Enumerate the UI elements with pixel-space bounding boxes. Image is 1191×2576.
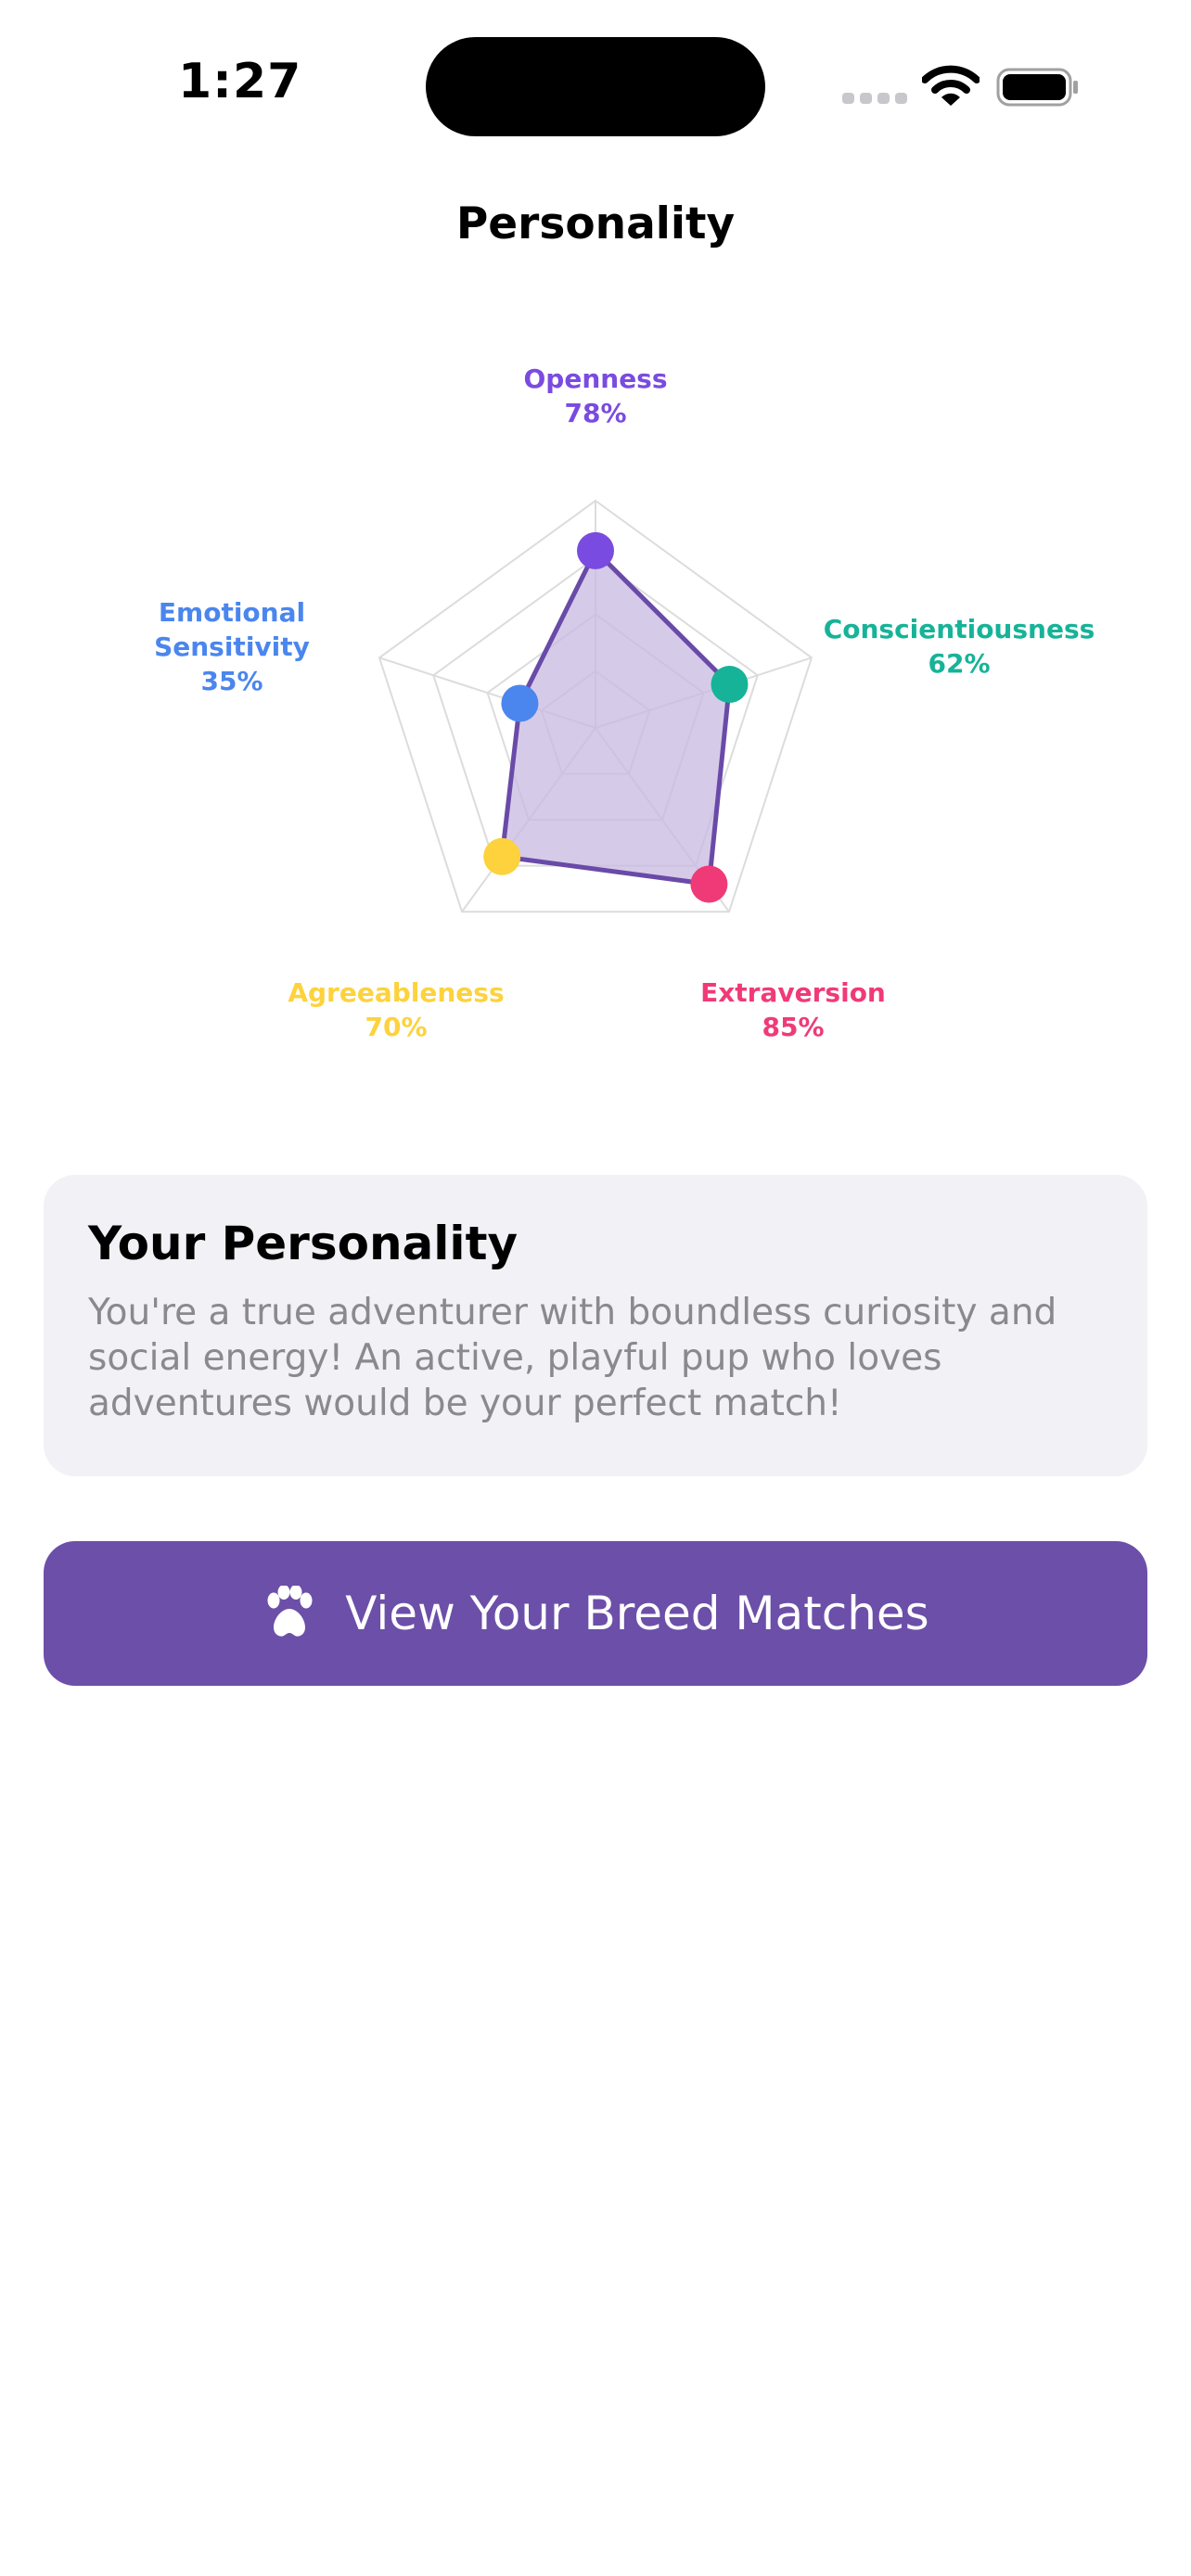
personality-summary-card: Your Personality You're a true adventure… [44, 1175, 1147, 1476]
axis-value: 62% [928, 648, 990, 679]
signal-icon [842, 93, 907, 104]
radar-point-conscientiousness [711, 666, 749, 704]
axis-value: 78% [564, 398, 626, 428]
summary-title: Your Personality [88, 1217, 519, 1270]
axis-label-openness: Openness 78% [523, 363, 667, 428]
axis-value: 35% [200, 666, 263, 696]
dynamic-island [426, 37, 765, 136]
axis-label-agreeableness: Agreeableness 70% [288, 977, 504, 1042]
axis-name: Openness [523, 363, 667, 394]
summary-text: You're a true adventurer with boundless … [88, 1292, 1057, 1424]
axis-name: Extraversion [700, 977, 886, 1008]
personality-radar-chart: Openness 78% Conscientiousness 62% Extravers… [154, 363, 1095, 1042]
wifi-icon [922, 65, 980, 106]
axis-value: 85% [762, 1012, 824, 1042]
page-title: Personality [455, 198, 736, 249]
battery-icon [996, 68, 1078, 107]
axis-name: Emotional [159, 597, 305, 628]
axis-name: Sensitivity [154, 631, 310, 662]
view-breed-matches-label: View Your Breed Matches [345, 1587, 929, 1640]
axis-name: Conscientiousness [824, 614, 1095, 644]
radar-point-extraversion [690, 865, 728, 903]
status-bar: 1:27 [0, 0, 1191, 167]
paw-icon [267, 1586, 313, 1637]
status-time: 1:27 [178, 54, 302, 109]
axis-name: Agreeableness [288, 977, 504, 1008]
radar-point-openness [577, 531, 614, 569]
radar-point-emotional-sensitivity [501, 684, 539, 722]
axis-label-emotional-sensitivity: Emotional Sensitivity 35% [154, 597, 310, 696]
radar-point-agreeableness [483, 837, 521, 875]
view-breed-matches-button[interactable]: View Your Breed Matches [44, 1541, 1147, 1686]
axis-label-conscientiousness: Conscientiousness 62% [824, 614, 1095, 679]
axis-label-extraversion: Extraversion 85% [700, 977, 886, 1042]
axis-value: 70% [365, 1012, 427, 1042]
